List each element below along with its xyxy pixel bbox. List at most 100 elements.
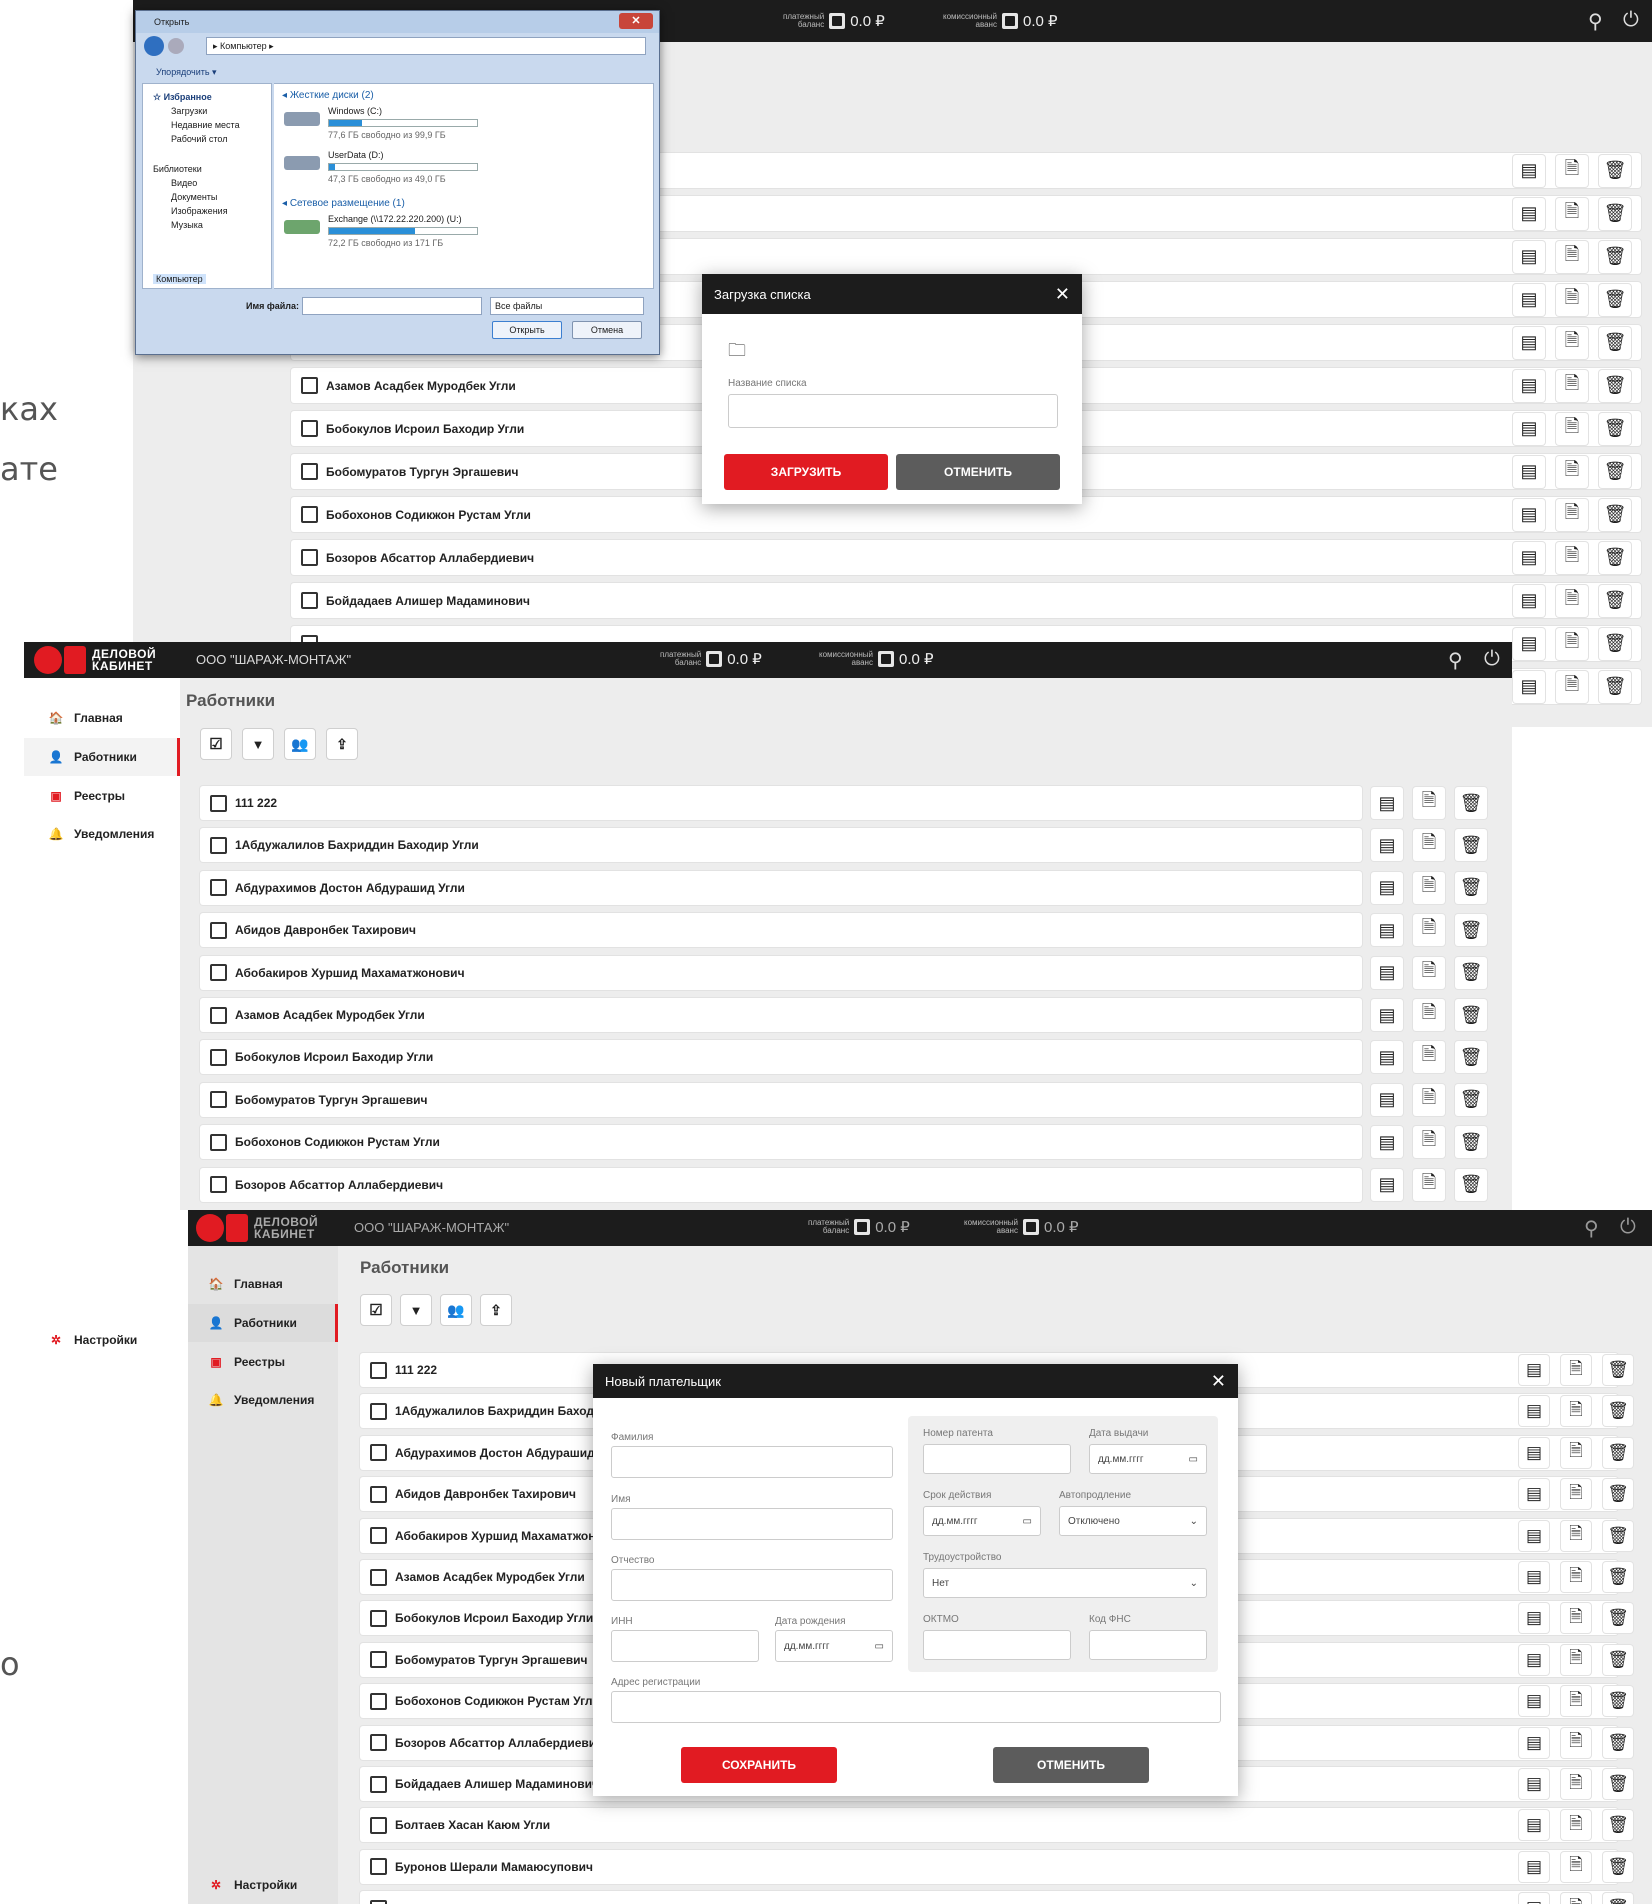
table-row[interactable]: Бойдадаев Алишер Мадаминович [291,583,1641,618]
list-name-input[interactable] [728,394,1058,428]
table-row[interactable]: 1Абдужалилов Бахриддин Баходир Угли [200,828,1362,862]
document-icon[interactable]: 🗎 [1556,499,1588,531]
receipt-icon[interactable]: ▤ [1519,1521,1549,1551]
document-icon[interactable]: 🗎 [1561,1728,1591,1758]
receipt-icon[interactable]: ▤ [1513,542,1545,574]
document-icon[interactable]: 🗎 [1561,1603,1591,1633]
close-icon[interactable]: ✕ [619,13,653,29]
trash-icon[interactable]: 🗑 [1455,787,1487,819]
trash-icon[interactable]: 🗑 [1603,1852,1633,1882]
receipt-icon[interactable]: ▤ [1371,1169,1403,1201]
row-checkbox[interactable] [370,1734,387,1751]
power-icon[interactable]: ⏻ [1484,648,1500,671]
table-row[interactable]: Бозоров Абсаттор Аллабердиевич [291,540,1641,575]
open-button[interactable]: Открыть [492,321,562,339]
row-checkbox[interactable] [210,922,227,939]
trash-icon[interactable]: 🗑 [1599,327,1631,359]
trash-icon[interactable]: 🗑 [1599,284,1631,316]
nav-home[interactable]: 🏠Главная [188,1266,338,1302]
receipt-icon[interactable]: ▤ [1371,1126,1403,1158]
document-icon[interactable]: 🗎 [1556,284,1588,316]
patent-number-input[interactable] [923,1444,1071,1474]
fns-code-input[interactable] [1089,1630,1207,1660]
calendar-icon[interactable]: ▭ [1023,1516,1032,1527]
document-icon[interactable]: 🗎 [1413,1084,1445,1116]
table-row[interactable]: Бобомуратов Тургун Эргашевич [200,1083,1362,1117]
power-icon[interactable]: ⏻ [1620,1216,1636,1239]
table-row[interactable]: Абидов Давронбек Тахирович [200,913,1362,947]
inn-input[interactable] [611,1630,759,1662]
row-checkbox[interactable] [370,1858,387,1875]
close-icon[interactable]: ✕ [1211,1371,1226,1392]
document-icon[interactable]: 🗎 [1561,1438,1591,1468]
search-icon[interactable]: ⚲ [1584,1216,1599,1241]
trash-icon[interactable]: 🗑 [1455,914,1487,946]
nav-settings[interactable]: ✲Настройки [188,1868,338,1902]
address-bar[interactable]: ▸ Компьютер ▸ [206,37,646,55]
drive-d[interactable]: UserData (D:) 47,3 ГБ свободно из 49,0 Г… [284,150,484,190]
trash-icon[interactable]: 🗑 [1603,1810,1633,1840]
receipt-icon[interactable]: ▤ [1513,413,1545,445]
libraries-group[interactable]: Библиотеки [153,164,202,174]
cancel-button[interactable]: Отмена [572,321,642,339]
nav-notifications[interactable]: 🔔Уведомления [188,1382,338,1418]
row-checkbox[interactable] [301,377,318,394]
document-icon[interactable]: 🗎 [1413,1041,1445,1073]
trash-icon[interactable]: 🗑 [1603,1438,1633,1468]
trash-icon[interactable]: 🗑 [1603,1479,1633,1509]
back-button[interactable] [144,36,164,56]
calendar-icon[interactable]: ▭ [1189,1454,1198,1465]
network-drive[interactable]: Exchange (\\172.22.220.200) (U:) 72,2 ГБ… [284,214,494,254]
row-checkbox[interactable] [370,1817,387,1834]
receipt-icon[interactable]: ▤ [1519,1686,1549,1716]
validity-input[interactable]: дд.мм.гггг▭ [923,1506,1041,1536]
favorites-group[interactable]: ☆ Избранное [153,92,212,103]
row-checkbox[interactable] [370,1403,387,1420]
trash-icon[interactable]: 🗑 [1603,1893,1633,1904]
trash-icon[interactable]: 🗑 [1455,1126,1487,1158]
table-row[interactable]: Азамов Асадбек Муродбек Угли [200,998,1362,1032]
row-checkbox[interactable] [370,1486,387,1503]
issue-date-input[interactable]: дд.мм.гггг▭ [1089,1444,1207,1474]
receipt-icon[interactable]: ▤ [1371,1041,1403,1073]
document-icon[interactable]: 🗎 [1556,456,1588,488]
filename-input[interactable] [302,297,482,315]
table-row[interactable]: Бобохонов Содикжон Рустам Угли [200,1125,1362,1159]
birthdate-input[interactable]: дд.мм.гггг▭ [775,1630,893,1662]
receipt-icon[interactable]: ▤ [1513,499,1545,531]
organize-menu[interactable]: Упорядочить ▾ [156,67,217,78]
nav-downloads[interactable]: Загрузки [171,106,207,116]
receipt-icon[interactable]: ▤ [1371,787,1403,819]
row-checkbox[interactable] [210,1134,227,1151]
document-icon[interactable]: 🗎 [1556,628,1588,660]
table-row[interactable]: Абобакиров Хуршид Махаматжонович [200,956,1362,990]
receipt-icon[interactable]: ▤ [1519,1355,1549,1385]
trash-icon[interactable]: 🗑 [1455,957,1487,989]
receipt-icon[interactable]: ▤ [1519,1438,1549,1468]
nav-workers[interactable]: 👤Работники [24,738,180,776]
receipt-icon[interactable]: ▤ [1519,1396,1549,1426]
add-worker-button[interactable]: 👥 [440,1294,472,1326]
receipt-icon[interactable]: ▤ [1513,198,1545,230]
document-icon[interactable]: 🗎 [1561,1645,1591,1675]
trash-icon[interactable]: 🗑 [1603,1396,1633,1426]
receipt-icon[interactable]: ▤ [1519,1893,1549,1904]
nav-recent[interactable]: Недавние места [171,120,240,130]
row-checkbox[interactable] [301,420,318,437]
filter-button[interactable]: ▼ [242,728,274,760]
row-checkbox[interactable] [370,1776,387,1793]
receipt-icon[interactable]: ▤ [1371,872,1403,904]
calendar-icon[interactable]: ▭ [875,1641,884,1652]
receipt-icon[interactable]: ▤ [1513,241,1545,273]
file-type-filter[interactable]: Все файлы [490,297,644,315]
trash-icon[interactable]: 🗑 [1603,1355,1633,1385]
trash-icon[interactable]: 🗑 [1603,1728,1633,1758]
row-checkbox[interactable] [370,1900,387,1904]
nav-workers[interactable]: 👤Работники [188,1304,338,1342]
select-all-button[interactable]: ☑ [360,1294,392,1326]
table-row[interactable]: 111 222 [200,786,1362,820]
trash-icon[interactable]: 🗑 [1599,542,1631,574]
trash-icon[interactable]: 🗑 [1455,1041,1487,1073]
document-icon[interactable]: 🗎 [1413,1126,1445,1158]
document-icon[interactable]: 🗎 [1556,413,1588,445]
